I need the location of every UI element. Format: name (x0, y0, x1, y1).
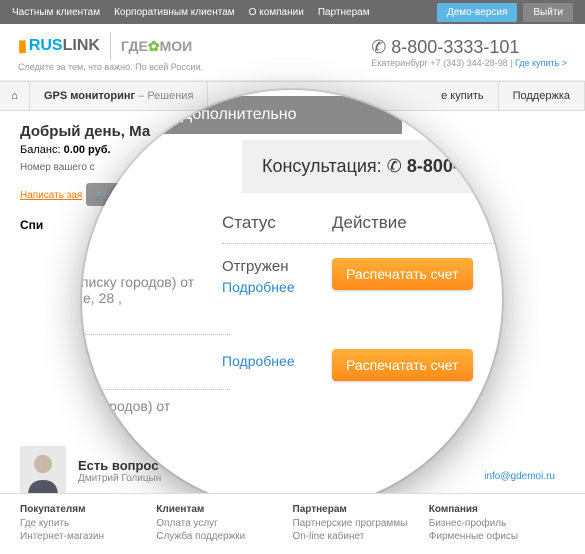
footer-link[interactable]: Оплата услуг (156, 518, 292, 529)
contact-name: Дмитрий Голицын (78, 473, 161, 484)
footer-link[interactable]: Служба поддержки (156, 531, 292, 542)
nav-private[interactable]: Частным клиентам (12, 7, 100, 18)
tab-additional[interactable]: ≡ Дополнительно (142, 96, 402, 134)
nav-corp[interactable]: Корпоративным клиентам (114, 7, 235, 18)
header: ▮ RUSLINK ГДЕ✿МОИ Следите за тем, что ва… (0, 24, 585, 81)
avatar (20, 446, 66, 496)
nav-about[interactable]: О компании (249, 7, 304, 18)
footer-link[interactable]: Где купить (20, 518, 156, 529)
nav-support[interactable]: Поддержка (499, 82, 585, 110)
order-fragment: # ст.) (по списку городов) от шоссе, 28 … (82, 250, 242, 438)
contact-question: Есть вопрос (78, 458, 161, 473)
topbar: Частным клиентам Корпоративным клиентам … (0, 0, 585, 24)
footer-link[interactable]: Бизнес-профиль (429, 518, 565, 529)
logo[interactable]: ▮ RUSLINK ГДЕ✿МОИ (18, 32, 203, 60)
col-action: Действие (332, 213, 407, 233)
contact-block: Есть вопрос Дмитрий Голицын (20, 446, 161, 496)
header-phone: ✆ 8-800-3333-101 Екатеринбург +7 (343) 3… (371, 37, 567, 68)
consultation-bar: Консультация: ✆ 8-800-3333 (242, 140, 502, 193)
exit-button[interactable]: Выйти (523, 3, 573, 22)
tagline: Следите за тем, что важно. По всей Росси… (18, 62, 203, 72)
table-row: Подробнее Распечатать счет (222, 349, 502, 381)
nav-partners[interactable]: Партнерам (318, 7, 370, 18)
phone-icon: ✆ (371, 37, 391, 57)
where-buy-link[interactable]: Где купить > (515, 58, 567, 68)
footer: ПокупателямГде купитьИнтернет-магазин Кл… (0, 493, 585, 554)
col-status: Статус (222, 213, 332, 233)
print-invoice-button[interactable]: Распечатать счет (332, 258, 473, 290)
phone-icon: ✆ (387, 156, 402, 176)
footer-link[interactable]: Интернет-магазин (20, 531, 156, 542)
footer-link[interactable]: Фирменные офисы (429, 531, 565, 542)
demo-button[interactable]: Демо-версия (437, 3, 517, 22)
nav-home[interactable]: ⌂ (0, 82, 30, 110)
write-request-link[interactable]: Написать зая (20, 190, 82, 201)
menu-icon: ≡ (160, 106, 169, 124)
table-row: Отгружен Подробнее Распечатать счет (222, 258, 502, 295)
footer-link[interactable]: On-line кабинет (293, 531, 429, 542)
contact-email[interactable]: info@gdemoi.ru (484, 471, 555, 482)
footer-link[interactable]: Партнерские программы (293, 518, 429, 529)
print-invoice-button[interactable]: Распечатать счет (332, 349, 473, 381)
observation-badge[interactable]: блюдения » (482, 130, 502, 156)
